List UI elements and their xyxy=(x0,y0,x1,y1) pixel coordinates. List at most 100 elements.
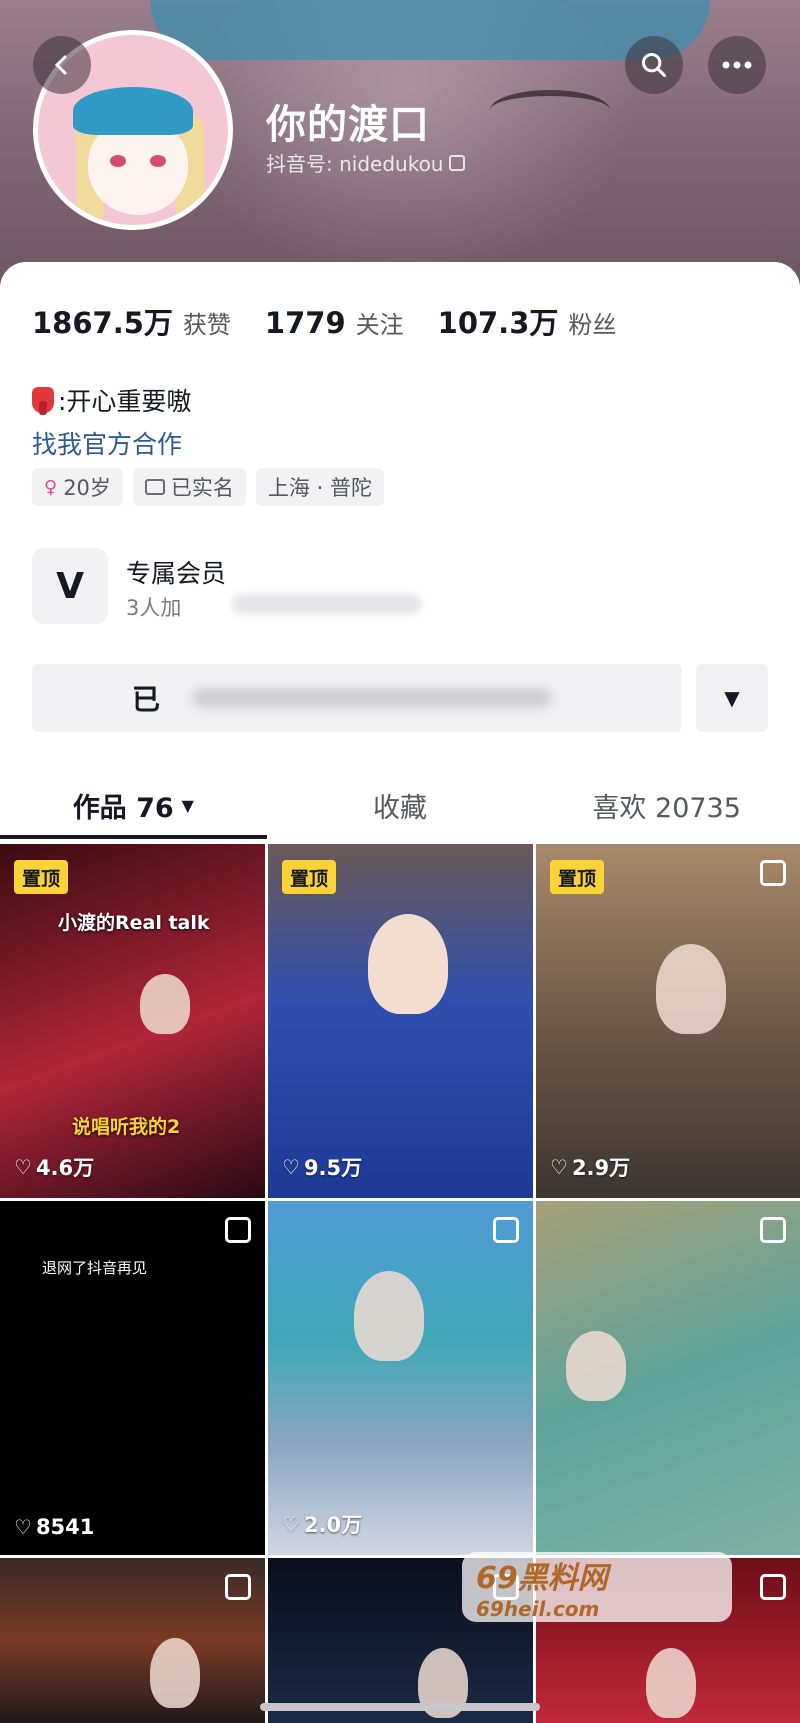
video-caption: 说唱听我的2 xyxy=(72,1116,181,1138)
profile-page: 你的渡口 抖音号: nidedukou 1867.5万 获赞 1779 关注 1… xyxy=(0,0,800,1723)
caret-down-icon: ▼ xyxy=(181,795,194,815)
content-tabs: 作品 76 ▼ 收藏 喜欢 20735 xyxy=(0,770,800,840)
blurred-text xyxy=(232,594,422,614)
more-icon xyxy=(722,61,752,69)
video-tile[interactable] xyxy=(536,1201,800,1555)
chevron-left-icon xyxy=(54,55,67,75)
video-likes: ♡ 4.6万 xyxy=(14,1152,94,1182)
tag-age-text: 20岁 xyxy=(63,476,111,500)
watermark-title: 69黑料网 xyxy=(476,1561,608,1596)
douyin-id-text: 抖音号: nidedukou xyxy=(266,152,444,176)
scarf-emoji-icon xyxy=(32,387,54,415)
avatar-hat xyxy=(73,87,193,135)
multi-image-icon xyxy=(225,1574,251,1600)
video-thumbnail-figure xyxy=(656,944,726,1034)
video-caption: 小渡的Real talk xyxy=(58,912,210,934)
video-tile[interactable]: 置顶 ♡ 9.5万 xyxy=(268,844,533,1198)
video-likes-count: 4.6万 xyxy=(35,1156,95,1180)
multi-image-icon xyxy=(225,1217,251,1243)
member-subtitle: 3人加 xyxy=(126,596,182,620)
search-button[interactable] xyxy=(625,36,683,94)
female-icon: ♀ xyxy=(44,476,58,498)
heart-icon: ♡ xyxy=(282,1155,300,1179)
video-likes: ♡ 8541 xyxy=(14,1515,94,1539)
dropdown-button[interactable]: ▼ xyxy=(696,664,768,732)
bio-text: :开心重要嗷 xyxy=(58,387,192,416)
tab-indicator xyxy=(0,835,267,839)
tag-location: 上海 · 普陀 xyxy=(255,468,384,506)
stat-number: 107.3万 xyxy=(437,306,559,340)
stats-row: 1867.5万 获赞 1779 关注 107.3万 粉丝 xyxy=(32,300,650,340)
stat-following[interactable]: 1779 关注 xyxy=(265,305,404,340)
stat-label: 关注 xyxy=(355,311,404,339)
stat-number: 1867.5万 xyxy=(32,306,173,340)
stat-likes[interactable]: 1867.5万 获赞 xyxy=(32,300,231,342)
banner-hat-art xyxy=(150,0,710,60)
follow-button-label: 已 xyxy=(132,683,161,716)
tag-row: ♀ 20岁 已实名 上海 · 普陀 xyxy=(32,468,384,506)
video-caption: 退网了抖音再见 xyxy=(42,1259,148,1277)
more-button[interactable] xyxy=(708,36,766,94)
pinned-badge: 置顶 xyxy=(282,860,337,894)
back-button[interactable] xyxy=(33,36,91,94)
stat-label: 获赞 xyxy=(182,311,231,339)
tab-likes[interactable]: 喜欢 20735 xyxy=(533,770,800,840)
action-row: 已 ▼ xyxy=(32,664,768,732)
tab-works-label: 作品 76 xyxy=(72,792,174,824)
video-tile[interactable]: 置顶 小渡的Real talk 说唱听我的2 ♡ 4.6万 xyxy=(0,844,265,1198)
blurred-text xyxy=(192,688,552,708)
bio: :开心重要嗷 xyxy=(32,382,191,418)
video-likes: ♡ 2.9万 xyxy=(550,1152,630,1182)
home-indicator[interactable] xyxy=(260,1703,540,1711)
heart-icon: ♡ xyxy=(14,1515,32,1539)
video-likes: ♡ 2.0万 xyxy=(282,1509,362,1539)
multi-image-icon xyxy=(760,1217,786,1243)
stat-followers[interactable]: 107.3万 粉丝 xyxy=(438,300,617,342)
video-likes-count: 9.5万 xyxy=(303,1156,363,1180)
tab-collections[interactable]: 收藏 xyxy=(267,770,534,840)
avatar-eye xyxy=(110,155,126,167)
video-tile[interactable] xyxy=(0,1558,265,1723)
multi-image-icon xyxy=(493,1217,519,1243)
avatar-eye xyxy=(150,155,166,167)
tag-verified-text: 已实名 xyxy=(170,476,234,500)
video-likes-count: 2.0万 xyxy=(303,1513,363,1537)
video-tile[interactable]: 退网了抖音再见 ♡ 8541 xyxy=(0,1201,265,1555)
video-thumbnail-figure xyxy=(566,1331,626,1401)
stat-label: 粉丝 xyxy=(568,311,617,339)
member-section[interactable]: V 专属会员 3人加 xyxy=(32,548,712,624)
video-tile[interactable]: 置顶 ♡ 2.9万 xyxy=(536,844,800,1198)
banner-eye-art xyxy=(490,90,610,130)
watermark: 69黑料网 69heil.com xyxy=(462,1552,732,1622)
follow-button[interactable]: 已 xyxy=(32,664,682,732)
video-thumbnail-figure xyxy=(354,1271,424,1361)
tab-works[interactable]: 作品 76 ▼ xyxy=(0,770,267,840)
copy-icon[interactable] xyxy=(449,154,466,171)
tag-age: ♀ 20岁 xyxy=(32,468,123,506)
video-tile[interactable]: ♡ 2.0万 xyxy=(268,1201,533,1555)
multi-image-icon xyxy=(760,1574,786,1600)
tag-location-text: 上海 · 普陀 xyxy=(267,476,372,500)
heart-icon: ♡ xyxy=(14,1155,32,1179)
video-likes: ♡ 9.5万 xyxy=(282,1152,362,1182)
video-thumbnail-figure xyxy=(140,974,190,1034)
collab-link[interactable]: 找我官方合作 xyxy=(32,425,182,461)
member-logo-icon: V xyxy=(32,548,108,624)
stat-number: 1779 xyxy=(264,306,346,340)
video-likes-count: 8541 xyxy=(35,1515,95,1539)
video-thumbnail-figure xyxy=(150,1638,200,1708)
tag-verified[interactable]: 已实名 xyxy=(132,468,246,506)
watermark-url: 69heil.com xyxy=(476,1597,600,1621)
heart-icon: ♡ xyxy=(282,1512,300,1536)
multi-image-icon xyxy=(760,860,786,886)
id-card-icon xyxy=(144,479,165,495)
pinned-badge: 置顶 xyxy=(550,860,605,894)
douyin-id[interactable]: 抖音号: nidedukou xyxy=(266,148,466,177)
video-likes-count: 2.9万 xyxy=(571,1156,631,1180)
member-title: 专属会员 xyxy=(126,559,227,588)
caret-down-icon: ▼ xyxy=(724,686,740,710)
video-thumbnail-figure xyxy=(368,914,448,1014)
search-icon xyxy=(641,52,667,78)
video-thumbnail-figure xyxy=(646,1648,696,1718)
pinned-badge: 置顶 xyxy=(14,860,69,894)
